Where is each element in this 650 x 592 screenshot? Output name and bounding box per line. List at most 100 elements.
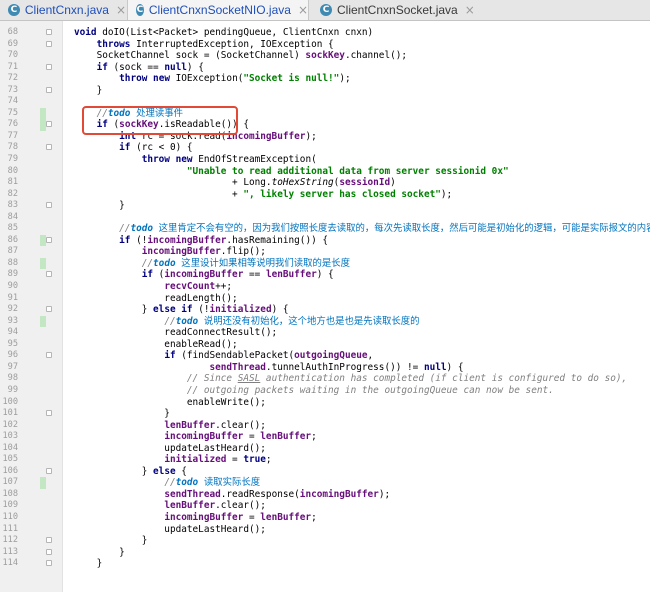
line-number: 99 xyxy=(7,384,18,395)
code-text: //todo 读取实际长度 xyxy=(164,477,261,489)
code-text: lenBuffer.clear(); xyxy=(164,500,266,512)
fold-icon[interactable] xyxy=(46,560,52,567)
code-line[interactable]: 84 xyxy=(0,212,650,224)
code-line[interactable]: 104 updateLastHeard(); xyxy=(0,443,650,455)
change-marker xyxy=(40,315,46,328)
code-line[interactable]: 114 } xyxy=(0,558,650,570)
code-line[interactable]: 91 readLength(); xyxy=(0,293,650,305)
fold-icon[interactable] xyxy=(46,271,52,278)
code-line[interactable]: 85 //todo 这里肯定不会有空的，因为我们按照长度去读取的，每次先读取长度… xyxy=(0,223,650,235)
java-class-icon: C xyxy=(136,4,144,16)
code-line[interactable]: 112 } xyxy=(0,535,650,547)
code-line[interactable]: 72 throw new IOException("Socket is null… xyxy=(0,73,650,85)
fold-icon[interactable] xyxy=(46,40,52,47)
fold-icon[interactable] xyxy=(46,548,52,555)
fold-icon[interactable] xyxy=(46,537,52,544)
code-line[interactable]: 95 enableRead(); xyxy=(0,339,650,351)
code-line[interactable]: 106 } else { xyxy=(0,466,650,478)
code-line[interactable]: 102 lenBuffer.clear(); xyxy=(0,420,650,432)
code-line[interactable]: 101 } xyxy=(0,408,650,420)
line-number: 98 xyxy=(7,373,18,384)
code-line[interactable]: 92 } else if (!initialized) { xyxy=(0,304,650,316)
fold-icon[interactable] xyxy=(46,202,52,209)
code-text: throws InterruptedException, IOException… xyxy=(96,38,334,50)
code-line[interactable]: 107 //todo 读取实际长度 xyxy=(0,477,650,489)
code-text: } else if (!initialized) { xyxy=(74,304,289,316)
fold-icon[interactable] xyxy=(46,410,52,417)
line-number: 74 xyxy=(7,96,18,107)
code-line[interactable]: 97 sendThread.tunnelAuthInProgress()) !=… xyxy=(0,362,650,374)
java-class-icon: C xyxy=(320,4,332,16)
code-line[interactable]: 80 "Unable to read additional data from … xyxy=(0,166,650,178)
line-number: 108 xyxy=(2,488,18,499)
code-line[interactable]: 70 SocketChannel sock = (SocketChannel) … xyxy=(0,50,650,62)
code-line[interactable]: 111 updateLastHeard(); xyxy=(0,524,650,536)
tab-clientcnxnsocketnio[interactable]: C ClientCnxnSocketNIO.java × xyxy=(127,0,309,20)
fold-icon[interactable] xyxy=(46,63,52,70)
close-tab-icon[interactable]: × xyxy=(116,3,126,17)
line-number: 84 xyxy=(7,211,18,222)
close-tab-icon[interactable]: × xyxy=(298,3,308,17)
line-number: 89 xyxy=(7,269,18,280)
tab-clientcnxn[interactable]: C ClientCnxn.java × xyxy=(2,0,126,20)
code-text: + ", likely server has closed socket"); xyxy=(74,188,453,200)
code-line[interactable]: 69 throws InterruptedException, IOExcept… xyxy=(0,39,650,51)
line-number: 73 xyxy=(7,84,18,95)
code-text: incomingBuffer = lenBuffer; xyxy=(164,431,317,443)
code-line[interactable]: 82 + ", likely server has closed socket"… xyxy=(0,189,650,201)
code-line[interactable]: 93 //todo 说明还没有初始化，这个地方也是也是先读取长度的 xyxy=(0,315,650,328)
code-line[interactable]: 71 if (sock == null) { xyxy=(0,62,650,74)
code-line[interactable]: 78 if (rc < 0) { xyxy=(0,142,650,154)
editor-tab-bar: C ClientCnxn.java × C ClientCnxnSocketNI… xyxy=(0,0,650,21)
code-line[interactable]: 88 //todo 这里设计如果相等说明我们读取的是长度 xyxy=(0,257,650,270)
code-text: lenBuffer.clear(); xyxy=(164,419,266,431)
line-number: 112 xyxy=(2,535,18,546)
line-number: 97 xyxy=(7,361,18,372)
change-marker xyxy=(40,107,46,120)
line-number: 91 xyxy=(7,292,18,303)
code-line[interactable]: 90 recvCount++; xyxy=(0,281,650,293)
java-class-icon: C xyxy=(8,4,20,16)
fold-icon[interactable] xyxy=(46,236,52,243)
code-line[interactable]: 96 if (findSendablePacket(outgoingQueue, xyxy=(0,350,650,362)
line-number: 111 xyxy=(2,523,18,534)
line-number: 86 xyxy=(7,234,18,245)
line-number: 101 xyxy=(2,408,18,419)
code-line[interactable]: 79 throw new EndOfStreamException( xyxy=(0,154,650,166)
code-text: "Unable to read additional data from ser… xyxy=(186,165,509,177)
code-line[interactable]: 68 void doIO(List<Packet> pendingQueue, C… xyxy=(0,27,650,39)
fold-icon[interactable] xyxy=(46,467,52,474)
code-line[interactable]: 105 initialized = true; xyxy=(0,454,650,466)
code-text: // outgoing packets waiting in the outgo… xyxy=(186,384,554,396)
code-line[interactable]: 86 if (!incomingBuffer.hasRemaining()) { xyxy=(0,234,650,247)
code-line[interactable]: 98 // Since SASL authentication has comp… xyxy=(0,373,650,385)
code-line[interactable]: 108 sendThread.readResponse(incomingBuff… xyxy=(0,489,650,501)
close-tab-icon[interactable]: × xyxy=(465,3,475,17)
code-line[interactable]: 103 incomingBuffer = lenBuffer; xyxy=(0,431,650,443)
code-text: sendThread.tunnelAuthInProgress()) != nu… xyxy=(209,361,464,373)
fold-icon[interactable] xyxy=(46,352,52,359)
fold-icon[interactable] xyxy=(46,86,52,93)
code-line[interactable]: 110 incomingBuffer = lenBuffer; xyxy=(0,512,650,524)
code-line[interactable]: 83 } xyxy=(0,200,650,212)
code-line[interactable]: 81 + Long.toHexString(sessionId) xyxy=(0,177,650,189)
fold-icon[interactable] xyxy=(46,144,52,151)
code-text: //todo 这里设计如果相等说明我们读取的是长度 xyxy=(141,257,351,269)
code-line[interactable]: 113 } xyxy=(0,547,650,559)
line-number: 69 xyxy=(7,38,18,49)
code-text: throw new IOException("Socket is null!")… xyxy=(119,73,351,85)
code-line[interactable]: 99 // outgoing packets waiting in the ou… xyxy=(0,385,650,397)
code-line[interactable]: 89 if (incomingBuffer == lenBuffer) { xyxy=(0,269,650,281)
code-text: enableRead(); xyxy=(74,338,238,350)
code-line[interactable]: 109 lenBuffer.clear(); xyxy=(0,500,650,512)
fold-icon[interactable] xyxy=(46,29,52,35)
line-number: 85 xyxy=(7,223,18,234)
tab-clientcnxnsocket[interactable]: C ClientCnxnSocket.java × xyxy=(312,0,482,20)
fold-icon[interactable] xyxy=(46,121,52,128)
line-number: 90 xyxy=(7,281,18,292)
code-line[interactable]: 94 readConnectResult(); xyxy=(0,327,650,339)
code-line[interactable]: 87 incomingBuffer.flip(); xyxy=(0,246,650,258)
code-line[interactable]: 73 } xyxy=(0,85,650,97)
code-line[interactable]: 100 enableWrite(); xyxy=(0,397,650,409)
fold-icon[interactable] xyxy=(46,306,52,313)
